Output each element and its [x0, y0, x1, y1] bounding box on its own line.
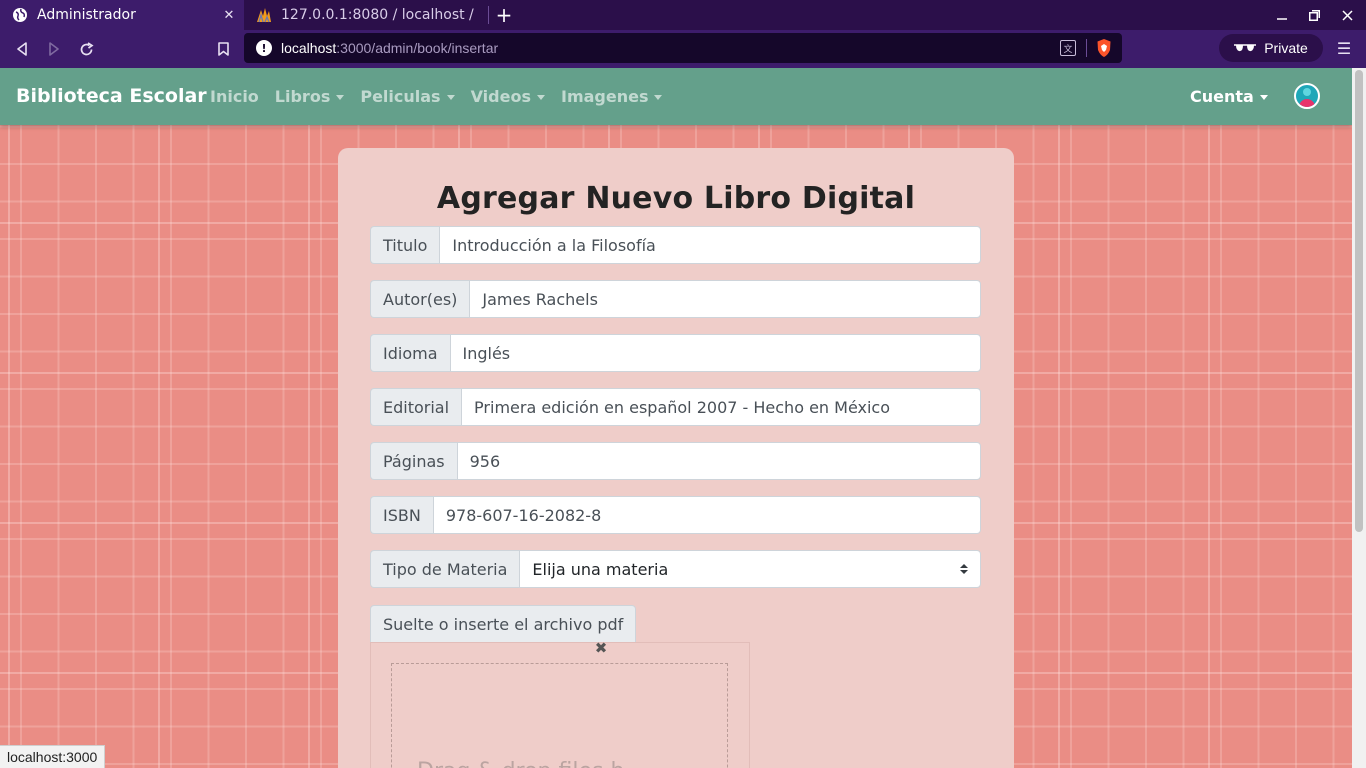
browser-toolbar: ! localhost:3000/admin/book/insertar 文 P… [0, 30, 1366, 68]
field-label: Autor(es) [370, 280, 470, 318]
navbar-brand[interactable]: Biblioteca Escolar [16, 85, 207, 107]
account-label: Cuenta [1190, 87, 1254, 106]
file-preview-box: ✖ Drag & drop files h [370, 640, 750, 768]
bookmark-icon[interactable] [212, 38, 234, 60]
add-book-form-card: Agregar Nuevo Libro Digital Titulo Intro… [338, 148, 1014, 768]
page-viewport: Biblioteca Escolar Inicio Libros Pelicul… [0, 68, 1366, 768]
form-title: Agregar Nuevo Libro Digital [436, 181, 916, 216]
back-icon[interactable] [11, 38, 33, 60]
url-host: localhost [281, 40, 337, 56]
tab-close-icon[interactable]: ✕ [218, 8, 240, 23]
field-idioma: Idioma Inglés [370, 334, 981, 372]
chevron-down-icon [336, 95, 345, 100]
tab-administrador[interactable]: Administrador ✕ [0, 0, 244, 30]
tab-title: Administrador [37, 7, 136, 23]
app-navbar: Biblioteca Escolar Inicio Libros Pelicul… [0, 68, 1352, 125]
navbar-links: Inicio Libros Peliculas Videos Imagenes [210, 87, 663, 106]
file-dropzone[interactable]: Drag & drop files h [391, 663, 728, 768]
materia-select[interactable]: Elija una materia [519, 550, 981, 588]
chevron-down-icon [654, 95, 663, 100]
urlbar-divider [1086, 39, 1087, 57]
field-isbn: ISBN 978-607-16-2082-8 [370, 496, 981, 534]
paginas-input[interactable]: 956 [456, 442, 981, 480]
nav-link-inicio[interactable]: Inicio [210, 87, 259, 106]
private-label: Private [1264, 40, 1308, 56]
nav-label: Videos [470, 87, 531, 106]
close-window-icon[interactable] [1331, 0, 1363, 30]
nav-label: Peliculas [360, 87, 441, 106]
phpmyadmin-icon [256, 7, 272, 23]
maximize-icon[interactable] [1298, 0, 1330, 30]
status-bar-url: localhost:3000 [0, 745, 106, 768]
pdf-upload-button[interactable]: Suelte o inserte el archivo pdf [370, 605, 637, 643]
account-dropdown[interactable]: Cuenta [1190, 87, 1268, 106]
nav-dropdown-peliculas[interactable]: Peliculas [360, 87, 455, 106]
field-label: Titulo [370, 226, 440, 264]
field-autores: Autor(es) James Rachels [370, 280, 981, 318]
scrollbar-thumb[interactable] [1355, 70, 1363, 532]
materia-selected-value: Elija una materia [532, 559, 669, 579]
nav-dropdown-libros[interactable]: Libros [275, 87, 345, 106]
field-editorial: Editorial Primera edición en español 200… [370, 388, 981, 426]
hamburger-menu-icon[interactable]: ☰ [1334, 39, 1354, 59]
nav-label: Libros [274, 87, 331, 106]
chevron-down-icon [1259, 95, 1268, 100]
translate-icon[interactable]: 文 [1060, 40, 1076, 56]
field-label: Tipo de Materia [370, 550, 520, 588]
tab-title: 127.0.0.1:8080 / localhost / bib [281, 7, 476, 23]
forward-icon[interactable] [43, 38, 65, 60]
nav-label: Imagenes [560, 87, 649, 106]
globe-icon [12, 7, 28, 23]
brave-shield-icon[interactable] [1095, 38, 1113, 58]
minimize-icon[interactable] [1266, 0, 1298, 30]
select-arrows-icon [960, 564, 968, 574]
address-bar[interactable]: ! localhost:3000/admin/book/insertar 文 [244, 33, 1122, 63]
tab-phpmyadmin[interactable]: 127.0.0.1:8080 / localhost / bib [244, 0, 476, 30]
nav-dropdown-videos[interactable]: Videos [471, 87, 545, 106]
new-tab-plus-icon[interactable]: + [494, 3, 514, 27]
avatar-head [1303, 88, 1311, 96]
field-label: Páginas [370, 442, 457, 480]
tab-separator [488, 6, 489, 24]
user-avatar[interactable] [1294, 83, 1320, 109]
field-label: Idioma [370, 334, 450, 372]
incognito-glasses-icon [1234, 40, 1257, 56]
editorial-input[interactable]: Primera edición en español 2007 - Hecho … [461, 388, 981, 426]
field-paginas: Páginas 956 [370, 442, 981, 480]
field-label: ISBN [370, 496, 433, 534]
autores-input[interactable]: James Rachels [469, 280, 981, 318]
dropzone-text: Drag & drop files h [417, 759, 624, 768]
field-label: Editorial [370, 388, 462, 426]
idioma-input[interactable]: Inglés [449, 334, 981, 372]
field-titulo: Titulo Introducción a la Filosofía [370, 226, 981, 264]
site-info-icon[interactable]: ! [256, 40, 272, 56]
reload-icon[interactable] [75, 38, 97, 60]
nav-dropdown-imagenes[interactable]: Imagenes [561, 87, 663, 106]
url-text[interactable]: localhost:3000/admin/book/insertar [281, 40, 1060, 56]
remove-file-close-icon[interactable]: ✖ [593, 640, 609, 656]
url-path: :3000/admin/book/insertar [336, 40, 499, 56]
titulo-input[interactable]: Introducción a la Filosofía [439, 226, 981, 264]
browser-tab-strip: Administrador ✕ 127.0.0.1:8080 / localho… [0, 0, 1366, 30]
isbn-input[interactable]: 978-607-16-2082-8 [432, 496, 981, 534]
page-scrollbar[interactable] [1352, 68, 1366, 768]
avatar-body [1299, 99, 1315, 107]
chevron-down-icon [446, 95, 455, 100]
private-window-badge[interactable]: Private [1219, 34, 1323, 62]
chevron-down-icon [536, 95, 545, 100]
field-tipo-materia: Tipo de Materia Elija una materia [370, 550, 981, 588]
